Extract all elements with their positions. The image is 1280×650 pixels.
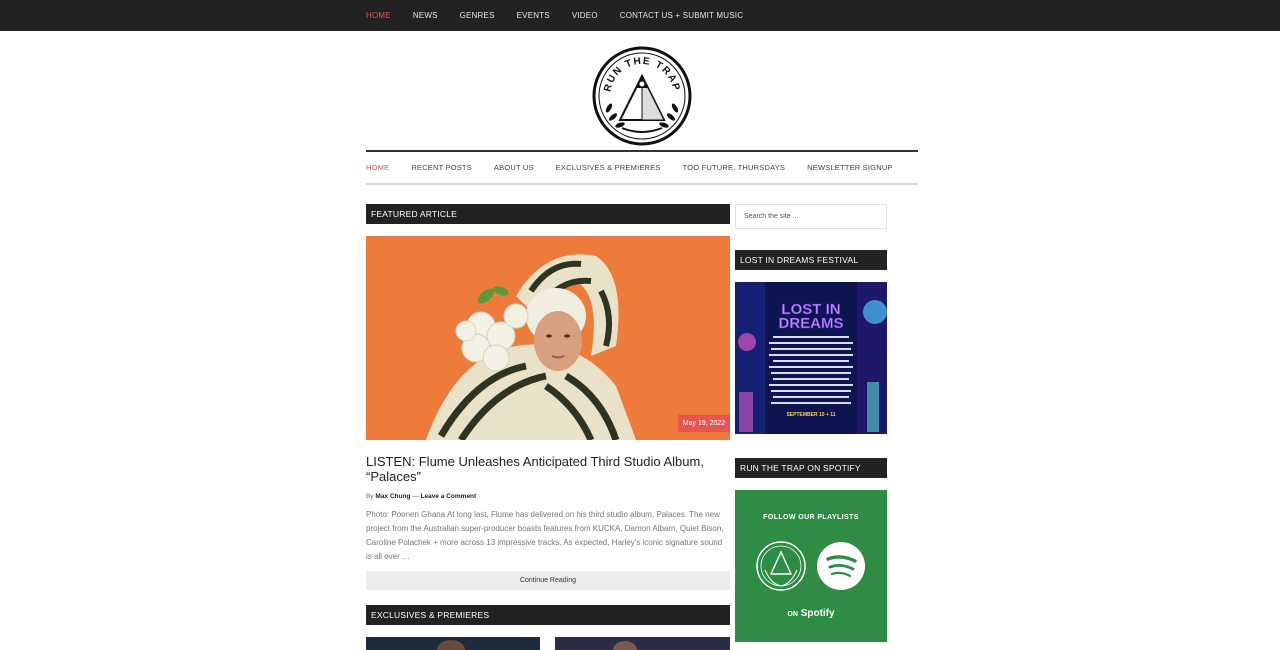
thumb-2-image [555, 637, 730, 650]
logo-emblem-icon: RUN THE TRAP [592, 46, 692, 146]
spotify-header: RUN THE TRAP ON SPOTIFY [735, 458, 887, 478]
spotify-icon [817, 542, 865, 590]
author-link[interactable]: Max Chung [375, 493, 410, 500]
festival-poster[interactable]: LOST IN DREAMS SEPTEMBER 10 + 11 [735, 282, 887, 434]
post-excerpt: Photo: Poonen Ghana At long last, Flume … [366, 510, 724, 561]
main-nav: HOME RECENT POSTS ABOUT US EXCLUSIVES & … [366, 150, 918, 185]
topnav-contact[interactable]: CONTACT US + SUBMIT MUSIC [620, 11, 743, 20]
byline-separator: — [412, 493, 419, 500]
featured-image[interactable]: May 19, 2022 [366, 236, 730, 440]
top-bar: HOME NEWS GENRES EVENTS VIDEO CONTACT US… [0, 0, 1280, 31]
spotify-brand-text: Spotify [800, 608, 835, 619]
exclusive-thumb-1[interactable] [366, 637, 540, 650]
exclusive-thumb-2[interactable] [555, 637, 730, 650]
spotify-promo[interactable]: FOLLOW OUR PLAYLISTS ON Spotify [735, 490, 887, 642]
topnav-genres[interactable]: GENRES [460, 11, 495, 20]
festival-header: LOST IN DREAMS FESTIVAL [735, 250, 887, 270]
mainnav-newsletter[interactable]: NEWSLETTER SIGNUP [807, 163, 893, 172]
post-date-badge: May 19, 2022 [678, 415, 730, 432]
spotify-on-line: ON Spotify [735, 608, 887, 619]
leave-comment-link[interactable]: Leave a Comment [421, 493, 477, 500]
rtt-badge-icon [756, 541, 806, 591]
topnav-news[interactable]: NEWS [413, 11, 438, 20]
topnav-events[interactable]: EVENTS [517, 11, 550, 20]
byline-prefix: By [366, 493, 374, 500]
exclusives-header: EXCLUSIVES & PREMIERES [366, 605, 730, 625]
top-nav: HOME NEWS GENRES EVENTS VIDEO CONTACT US… [366, 0, 765, 31]
poster-date: SEPTEMBER 10 + 11 [786, 412, 835, 418]
topnav-home[interactable]: HOME [366, 11, 391, 20]
spotify-logos [756, 541, 865, 591]
thumb-1-image [366, 637, 540, 650]
continue-reading-button[interactable]: Continue Reading [366, 571, 730, 590]
featured-photo-illustration [366, 236, 730, 440]
post-byline: By Max Chung — Leave a Comment [366, 493, 476, 500]
mainnav-home[interactable]: HOME [366, 163, 389, 172]
site-logo[interactable]: RUN THE TRAP [592, 46, 692, 146]
festival-poster-art: LOST IN DREAMS SEPTEMBER 10 + 11 [735, 282, 887, 434]
poster-title-line-2: DREAMS [778, 315, 843, 332]
featured-article-header: FEATURED ARTICLE [366, 204, 730, 224]
mainnav-exclusives[interactable]: EXCLUSIVES & PREMIERES [556, 163, 661, 172]
mainnav-about-us[interactable]: ABOUT US [494, 163, 534, 172]
mainnav-recent-posts[interactable]: RECENT POSTS [411, 163, 472, 172]
spotify-on-text: ON [787, 611, 798, 618]
featured-post-title[interactable]: LISTEN: Flume Unleashes Anticipated Thir… [366, 454, 716, 484]
search-input[interactable] [735, 204, 887, 229]
mainnav-too-future[interactable]: TOO FUTURE. THURSDAYS [683, 163, 786, 172]
topnav-video[interactable]: VIDEO [572, 11, 598, 20]
